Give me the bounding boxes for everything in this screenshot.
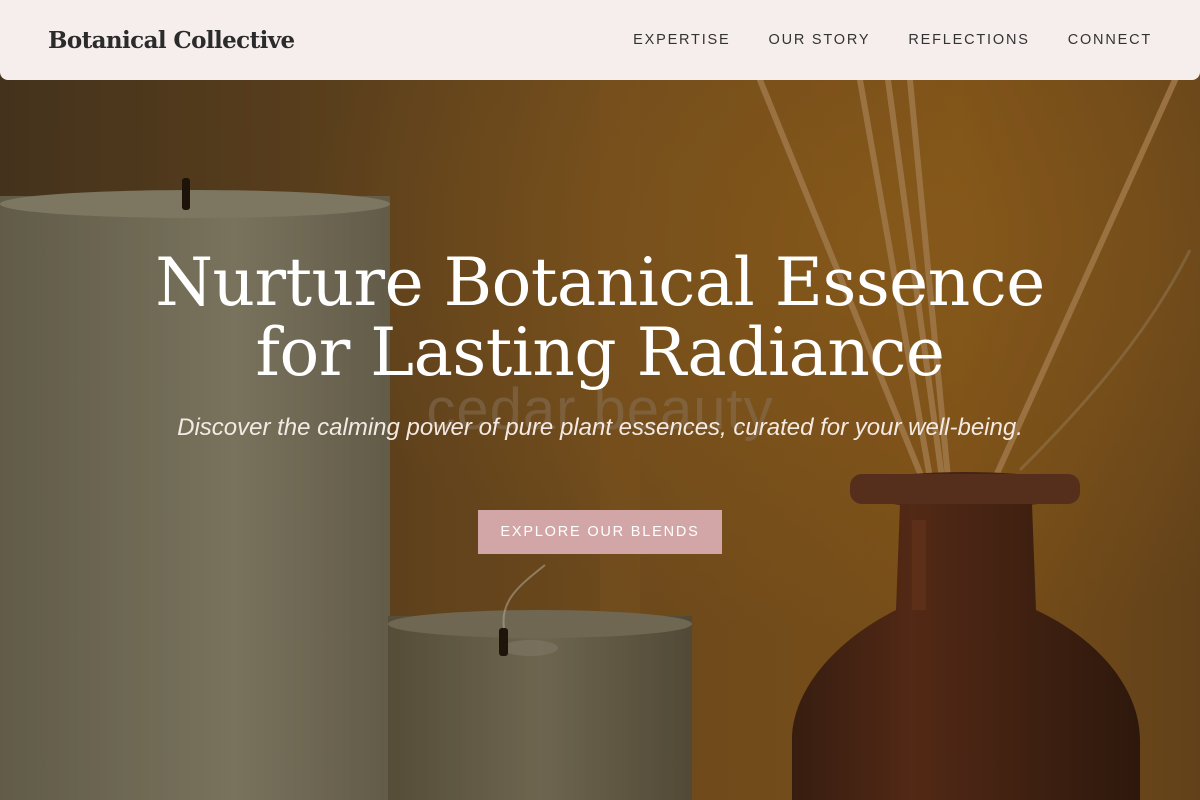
- hero-headline: Nurture Botanical Essence for Lasting Ra…: [100, 248, 1100, 388]
- hero-subheadline: Discover the calming power of pure plant…: [177, 414, 1023, 441]
- nav-link-reflections[interactable]: REFLECTIONS: [908, 32, 1029, 48]
- nav-link-connect[interactable]: CONNECT: [1068, 32, 1152, 48]
- top-navigation: Botanical Collective EXPERTISE OUR STORY…: [0, 0, 1200, 80]
- nav-link-our-story[interactable]: OUR STORY: [768, 32, 870, 48]
- headline-line-2: for Lasting Radiance: [255, 314, 945, 391]
- headline-line-1: Nurture Botanical Essence: [155, 244, 1045, 321]
- hero-section: cedar beauty Nurture Botanical Essence f…: [0, 80, 1200, 800]
- brand-logo[interactable]: Botanical Collective: [48, 27, 295, 54]
- nav-link-expertise[interactable]: EXPERTISE: [633, 32, 730, 48]
- explore-blends-button[interactable]: EXPLORE OUR BLENDS: [478, 510, 722, 554]
- nav-menu: EXPERTISE OUR STORY REFLECTIONS CONNECT: [595, 32, 1152, 48]
